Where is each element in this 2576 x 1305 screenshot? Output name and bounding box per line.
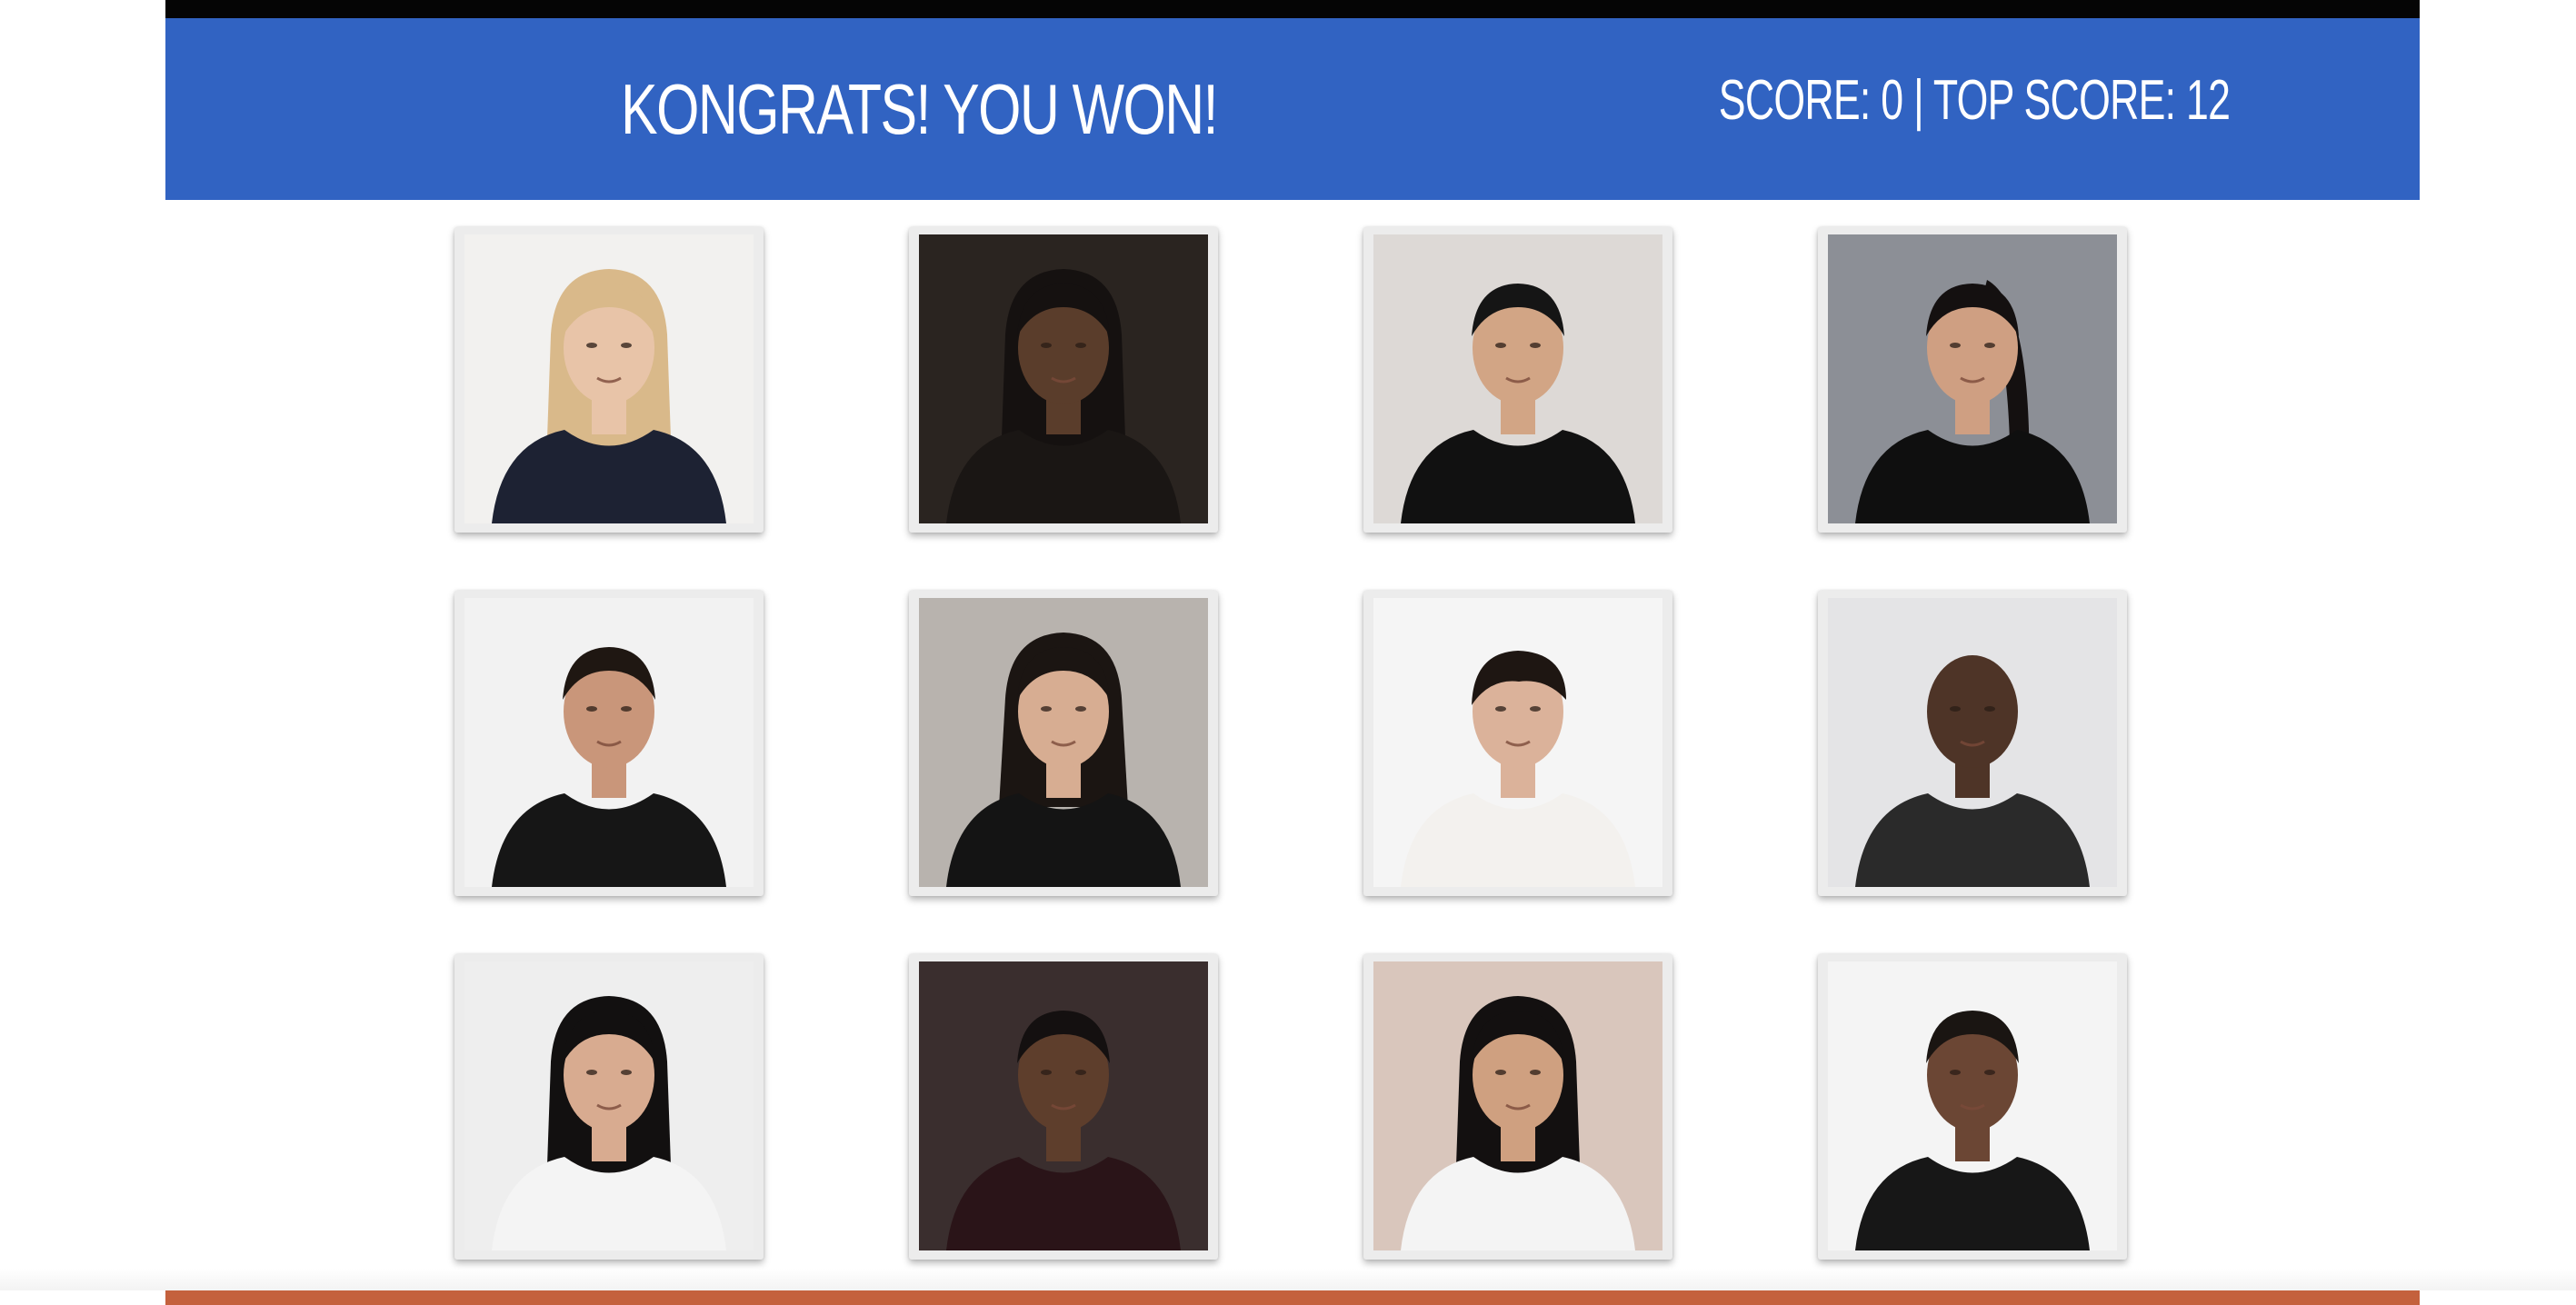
blonde-woman-portrait — [464, 234, 754, 523]
celebrity-card[interactable] — [454, 954, 764, 1260]
celebrity-photo — [1373, 598, 1662, 887]
celebrity-card[interactable] — [454, 591, 764, 896]
celebrity-photo — [1828, 961, 2117, 1250]
woman-wet-hair-white-top-portrait — [1373, 961, 1662, 1250]
celebrity-photo — [1828, 598, 2117, 887]
celebrity-card[interactable] — [909, 591, 1218, 896]
celebrity-photo — [464, 234, 754, 523]
celebrity-card[interactable] — [1363, 591, 1672, 896]
celebrity-photo — [1828, 234, 2117, 523]
card-grid — [454, 227, 2127, 1272]
game-page: KONGRATS! YOU WON! SCORE: 0 | TOP SCORE:… — [0, 0, 2576, 1305]
bald-man-with-beard-portrait — [1828, 598, 2117, 887]
man-with-braids-portrait — [919, 234, 1208, 523]
celebrity-card[interactable] — [1363, 227, 1672, 533]
footer-bar — [165, 1290, 2420, 1305]
celebrity-photo — [919, 961, 1208, 1250]
celebrity-photo — [1373, 234, 1662, 523]
celebrity-photo — [919, 234, 1208, 523]
man-in-black-jacket-portrait — [1828, 961, 2117, 1250]
bearded-man-in-tuxedo-portrait — [464, 598, 754, 887]
celebrity-photo — [464, 961, 754, 1250]
celebrity-card[interactable] — [1818, 954, 2127, 1260]
celebrity-card[interactable] — [1818, 227, 2127, 533]
celebrity-card[interactable] — [909, 954, 1218, 1260]
celebrity-card[interactable] — [909, 227, 1218, 533]
bottom-fade — [0, 1269, 2576, 1290]
celebrity-card[interactable] — [1818, 591, 2127, 896]
score-display: SCORE: 0 | TOP SCORE: 12 — [1718, 68, 2231, 132]
man-in-black-shirt-portrait — [1373, 234, 1662, 523]
celebrity-card[interactable] — [1363, 954, 1672, 1260]
woman-with-ponytail-portrait — [1828, 234, 2117, 523]
celebrity-card[interactable] — [454, 227, 764, 533]
woman-long-dark-hair-white-top-portrait — [464, 961, 754, 1250]
header-bar: KONGRATS! YOU WON! SCORE: 0 | TOP SCORE:… — [165, 18, 2420, 200]
celebrity-photo — [919, 598, 1208, 887]
celebrity-photo — [1373, 961, 1662, 1250]
status-message: KONGRATS! YOU WON! — [621, 68, 1218, 149]
woman-with-bob-portrait — [919, 598, 1208, 887]
celebrity-photo — [464, 598, 754, 887]
woman-short-hair-white-blazer-portrait — [1373, 598, 1662, 887]
man-in-tuxedo-bowtie-portrait — [919, 961, 1208, 1250]
